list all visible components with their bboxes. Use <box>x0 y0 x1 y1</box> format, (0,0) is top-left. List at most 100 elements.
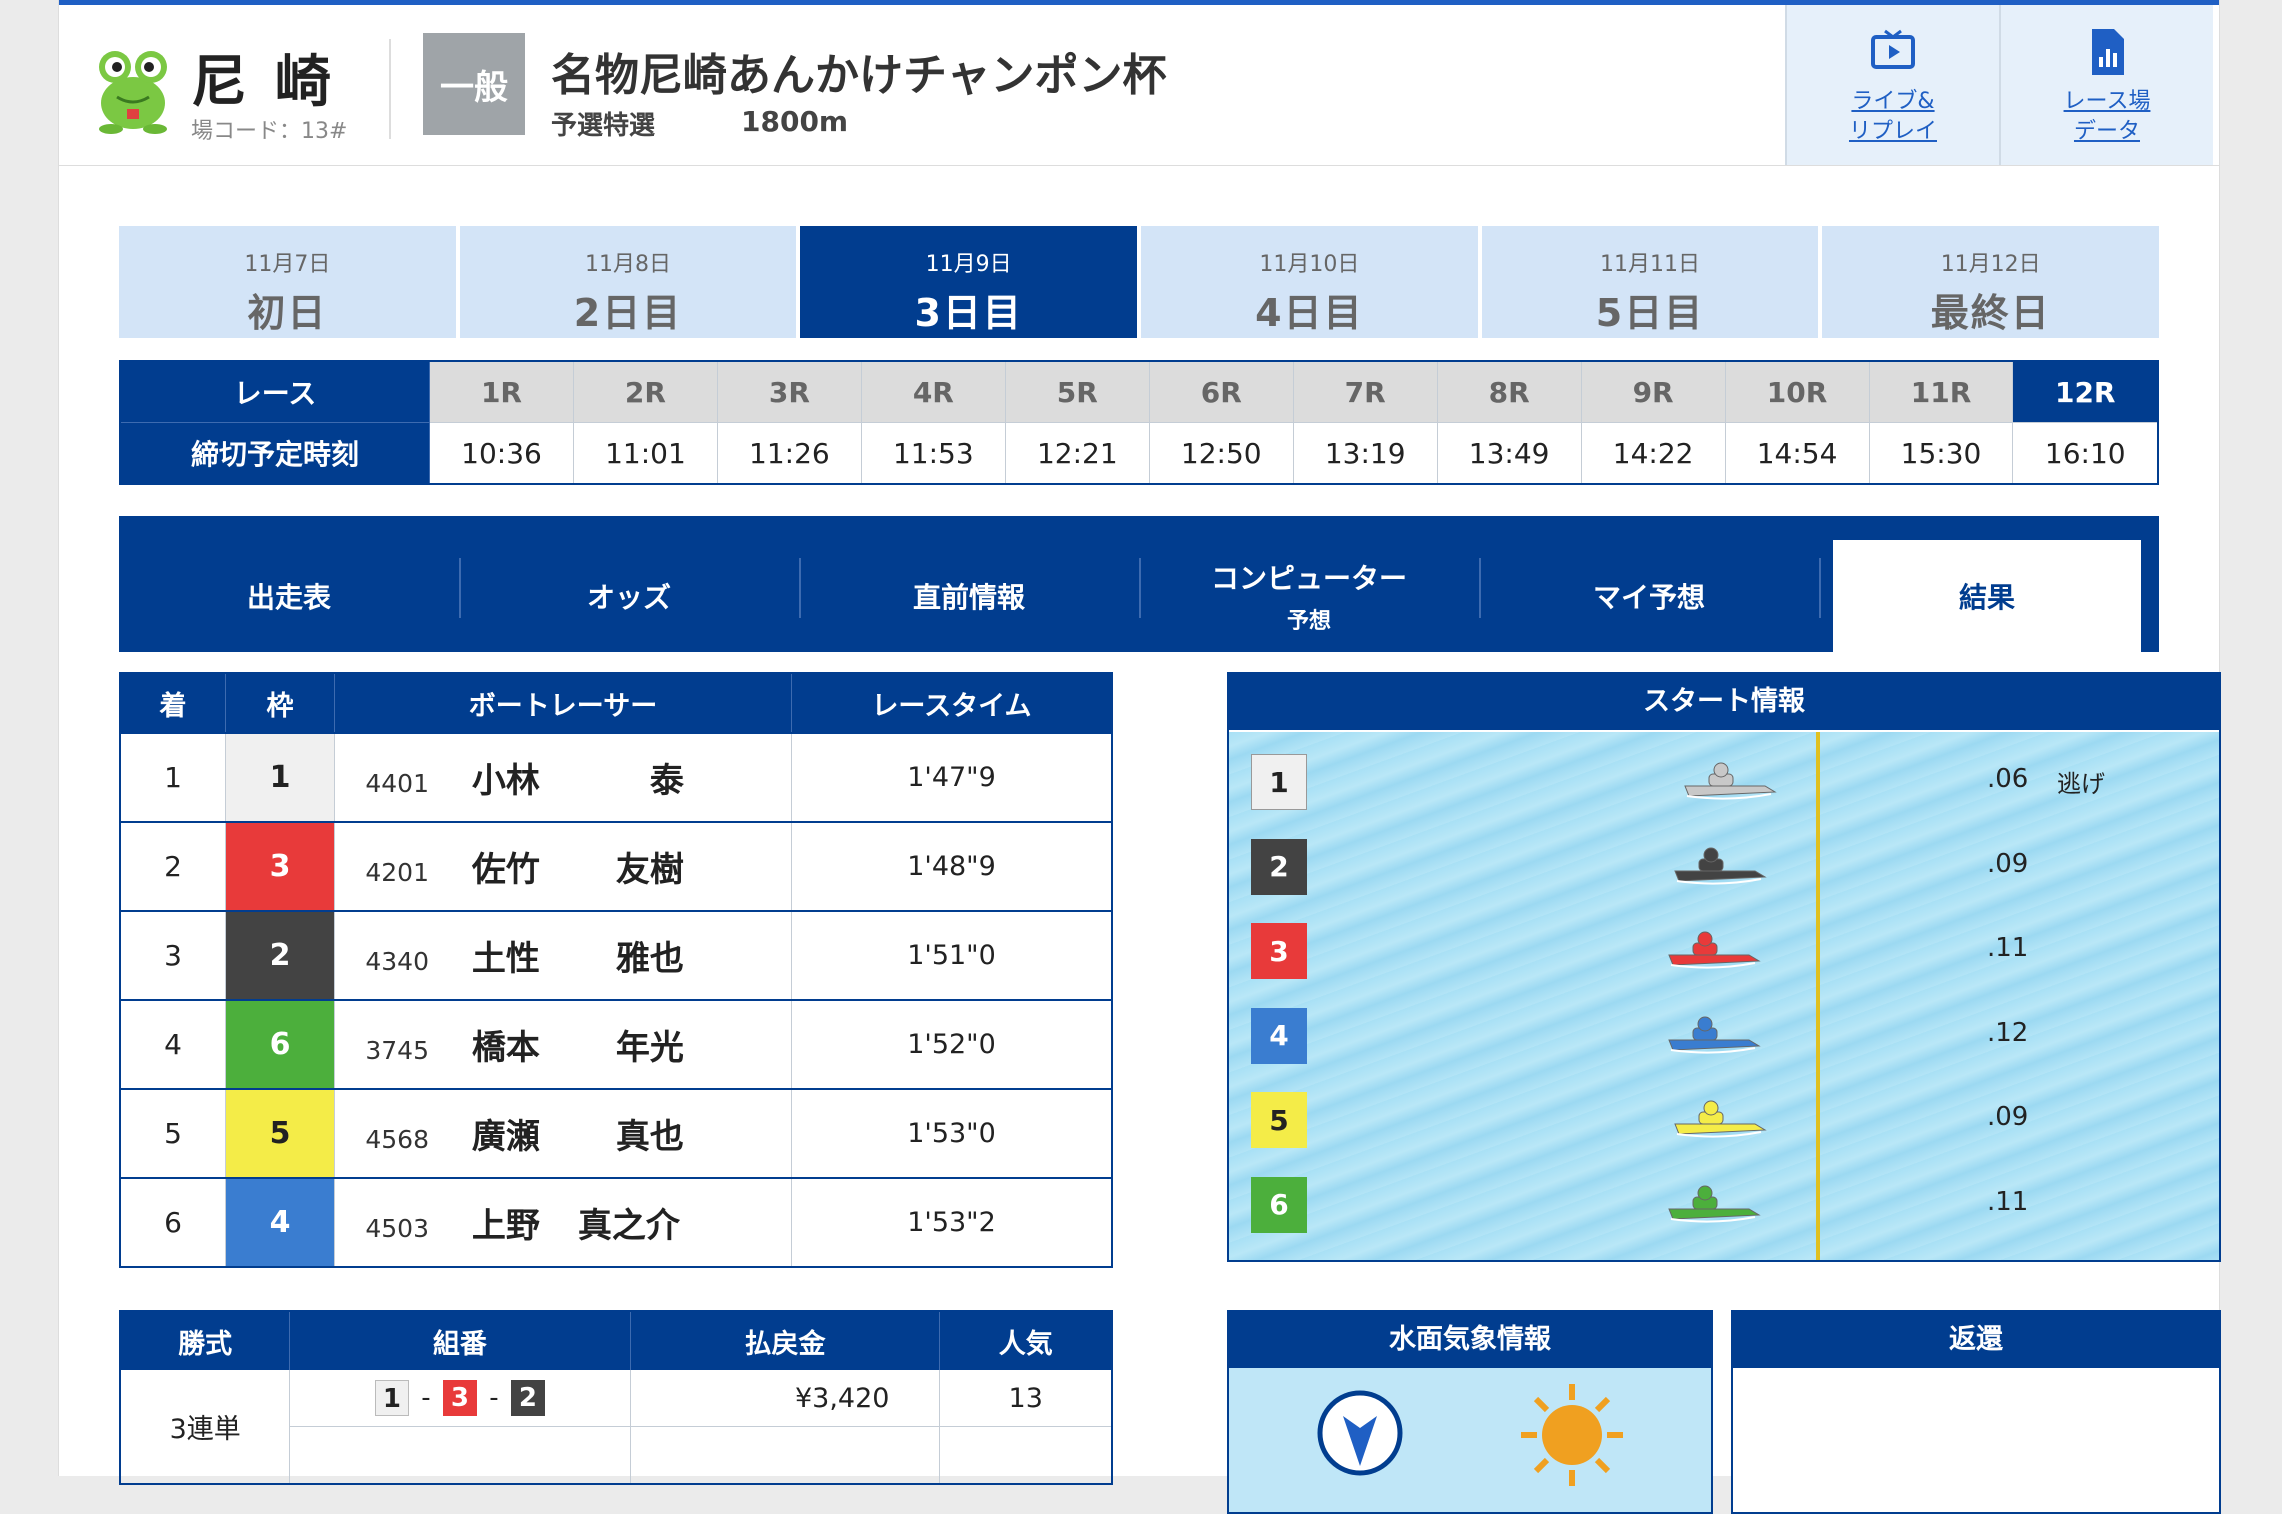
racer-family-name[interactable]: 上野 <box>472 1198 540 1247</box>
race-link-7r[interactable]: 7R <box>1292 360 1438 423</box>
racer-family-name[interactable]: 佐竹 <box>472 842 540 891</box>
racer-given-name[interactable]: 友樹 <box>616 842 684 891</box>
race-link-9r[interactable]: 9R <box>1580 360 1726 423</box>
day-tab-label: 最終日 <box>1930 291 2051 335</box>
course-number-badge: 4 <box>1251 1007 1307 1064</box>
tab-before-info-label[interactable]: 直前情報 <box>913 576 1025 616</box>
day-tab-5[interactable]: 11月11日 5日目 <box>1481 226 1819 338</box>
racer-given-name[interactable]: 年光 <box>616 1020 684 1069</box>
start-row: 3.11 <box>1229 919 2219 979</box>
rank-cell: 4 <box>120 999 226 1089</box>
race-info-nav: 出走表 オッズ 直前情報 コンピューター 予想 マイ予想 結果 <box>119 516 2159 652</box>
deadline-cell: 11:01 <box>572 422 718 485</box>
deadline-row: 締切予定時刻 10:36 11:01 11:26 11:53 12:21 12:… <box>119 422 2159 485</box>
table-row: 3 2 4340 土性 雅也 1'51"0 <box>120 910 1113 1000</box>
tab-computer-label[interactable]: コンピューター <box>1211 557 1407 597</box>
race-link-2r[interactable]: 2R <box>572 360 718 423</box>
day-tab-label: 5日目 <box>1595 291 1705 335</box>
tab-my-prediction[interactable]: マイ予想 <box>1479 540 1819 652</box>
waku-cell: 6 <box>225 999 335 1089</box>
deadline-cell: 15:30 <box>1868 422 2014 485</box>
race-link-1r[interactable]: 1R <box>429 360 574 423</box>
race-link-12r[interactable]: 12R <box>2012 360 2159 423</box>
venue-data-label-line1[interactable]: レース場 <box>2064 89 2151 114</box>
deadline-cell: 13:19 <box>1292 422 1438 485</box>
day-tab-label: 3日目 <box>914 291 1023 335</box>
live-replay-label-line1[interactable]: ライブ& <box>1851 89 1934 114</box>
grade-badge: 一般 <box>423 33 525 135</box>
payout-header-row: 勝式 組番 払戻金 人気 <box>120 1311 1113 1370</box>
racer-family-name[interactable]: 土性 <box>472 931 540 980</box>
racer-name-link[interactable]: 土性 雅也 <box>472 931 684 980</box>
table-row: 2 3 4201 佐竹 友樹 1'48"9 <box>120 821 1113 911</box>
results-table: 着 枠 ボートレーサー レースタイム 1 1 4401 小林 泰 1'47"9 2… <box>119 672 1113 1268</box>
racer-cell: 3745 橋本 年光 <box>334 999 792 1089</box>
racer-name-link[interactable]: 小林 泰 <box>472 753 684 802</box>
day-tab-4[interactable]: 11月10日 4日目 <box>1141 226 1478 338</box>
racer-given-name[interactable]: 真也 <box>616 1109 684 1158</box>
racer-given-name[interactable]: 真之介 <box>578 1198 680 1247</box>
race-link-4r[interactable]: 4R <box>860 360 1006 423</box>
deadline-cell: 11:53 <box>860 422 1006 485</box>
racing-boat-icon <box>1674 847 1767 885</box>
payout-amount: ¥3,420 <box>630 1370 941 1427</box>
rank-cell: 1 <box>120 732 226 822</box>
racer-family-name[interactable]: 橋本 <box>472 1020 540 1069</box>
day-tab-6[interactable]: 11月12日 最終日 <box>1822 226 2160 338</box>
tab-results[interactable]: 結果 <box>1833 540 2141 652</box>
racer-given-name[interactable]: 泰 <box>650 753 684 802</box>
weather-title: 水面気象情報 <box>1229 1312 1711 1368</box>
live-replay-button[interactable]: ライブ& リプレイ <box>1785 5 1999 165</box>
tab-odds[interactable]: オッズ <box>459 540 799 652</box>
col-combination: 組番 <box>289 1311 631 1370</box>
racer-cell: 4401 小林 泰 <box>334 732 792 822</box>
tab-my-prediction-label[interactable]: マイ予想 <box>1593 576 1705 616</box>
wind-direction-icon <box>1317 1390 1403 1476</box>
course-number-badge: 2 <box>1251 838 1307 895</box>
race-link-10r[interactable]: 10R <box>1724 360 1870 423</box>
racer-given-name[interactable]: 雅也 <box>616 931 684 980</box>
live-replay-label[interactable]: ライブ& リプレイ <box>1787 87 1999 147</box>
deadline-cell: 10:36 <box>429 422 574 485</box>
day-tab-2[interactable]: 11月8日 2日目 <box>459 226 797 338</box>
tab-racecard[interactable]: 出走表 <box>119 540 459 652</box>
racer-reg-number: 4340 <box>365 947 429 976</box>
race-link-6r[interactable]: 6R <box>1148 360 1294 423</box>
race-link-5r[interactable]: 5R <box>1004 360 1150 423</box>
tab-computer-sublabel[interactable]: 予想 <box>1287 603 1331 635</box>
start-info-panel: スタート情報 1.06 逃げ 2.09 3.11 4.12 5.09 6.11 <box>1227 672 2221 1262</box>
start-row: 6.11 <box>1229 1173 2219 1233</box>
race-link-3r[interactable]: 3R <box>716 360 862 423</box>
venue-data-label-line2[interactable]: データ <box>2074 119 2140 144</box>
tab-before-info[interactable]: 直前情報 <box>799 540 1139 652</box>
results-header-row: 着 枠 ボートレーサー レースタイム <box>120 673 1113 733</box>
day-tab-1[interactable]: 11月7日 初日 <box>119 226 456 338</box>
venue-data-label[interactable]: レース場 データ <box>2001 87 2213 147</box>
racer-name-link[interactable]: 廣瀬 真也 <box>472 1109 684 1158</box>
race-link-8r[interactable]: 8R <box>1436 360 1582 423</box>
racer-family-name[interactable]: 廣瀬 <box>472 1109 540 1158</box>
day-tab-3[interactable]: 11月9日 3日目 <box>800 226 1138 338</box>
race-link-11r[interactable]: 11R <box>1868 360 2014 423</box>
combination-cell-empty <box>289 1426 631 1485</box>
tv-play-icon <box>1871 29 1915 69</box>
day-tab-date: 11月8日 <box>585 252 671 277</box>
tab-racecard-label[interactable]: 出走表 <box>247 576 331 616</box>
tab-odds-label[interactable]: オッズ <box>587 576 671 616</box>
race-schedule-table: レース 1R 2R 3R 4R 5R 6R 7R 8R 9R 10R 11R 1… <box>119 360 2159 485</box>
tab-results-label[interactable]: 結果 <box>1959 576 2015 616</box>
header-buttons: ライブ& リプレイ レース場 データ <box>1785 5 2217 165</box>
live-replay-label-line2[interactable]: リプレイ <box>1849 119 1937 144</box>
racer-name-link[interactable]: 上野 真之介 <box>472 1198 680 1247</box>
sun-icon <box>1521 1384 1623 1486</box>
day-tab-date: 11月9日 <box>925 252 1012 277</box>
refund-title: 返還 <box>1733 1312 2219 1368</box>
racer-name-link[interactable]: 橋本 年光 <box>472 1020 684 1069</box>
racer-family-name[interactable]: 小林 <box>472 753 540 802</box>
racer-name-link[interactable]: 佐竹 友樹 <box>472 842 684 891</box>
racing-boat-icon <box>1668 1016 1761 1054</box>
venue-data-button[interactable]: レース場 データ <box>1999 5 2213 165</box>
tab-computer-prediction[interactable]: コンピューター 予想 <box>1139 540 1479 652</box>
day-tab-date: 11月11日 <box>1600 252 1701 277</box>
racer-cell: 4340 土性 雅也 <box>334 910 792 1000</box>
